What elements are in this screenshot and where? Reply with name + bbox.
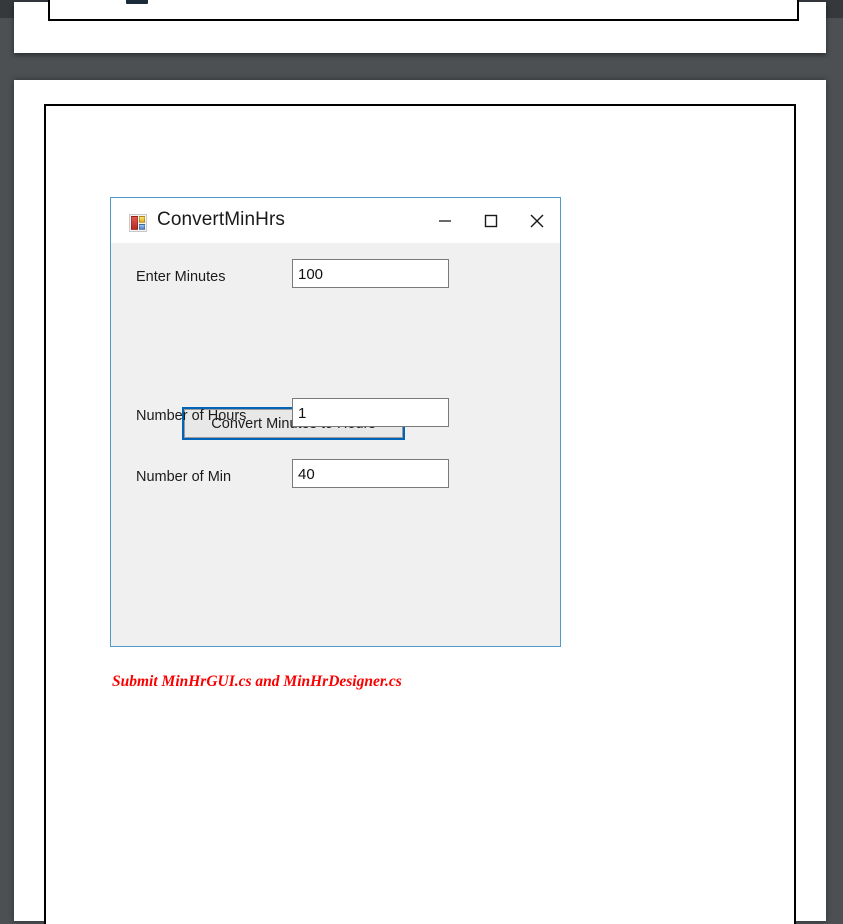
icon-red-block bbox=[131, 216, 138, 230]
close-button[interactable] bbox=[514, 198, 560, 243]
maximize-button[interactable] bbox=[468, 198, 514, 243]
page-content-box: ConvertMinHrs Enter Minutes 100 Convert … bbox=[44, 104, 796, 924]
previous-page-text-fragment bbox=[126, 0, 148, 4]
document-page: ConvertMinHrs Enter Minutes 100 Convert … bbox=[14, 80, 826, 924]
window-title-bar[interactable]: ConvertMinHrs bbox=[111, 198, 560, 243]
number-of-hours-label: Number of Hours bbox=[136, 408, 247, 424]
icon-yellow-block bbox=[138, 216, 145, 223]
number-of-hours-input[interactable] bbox=[292, 398, 449, 427]
minimize-button[interactable] bbox=[422, 198, 468, 243]
number-of-min-label: Number of Min bbox=[136, 469, 232, 485]
number-of-min-input[interactable] bbox=[292, 459, 449, 488]
window-controls bbox=[422, 198, 560, 243]
window-title: ConvertMinHrs bbox=[157, 209, 285, 230]
enter-minutes-label: Enter Minutes bbox=[136, 269, 226, 285]
submit-instruction-text: Submit MinHrGUI.cs and MinHrDesigner.cs bbox=[112, 673, 402, 690]
previous-page-content-box bbox=[48, 0, 799, 21]
winforms-app-icon bbox=[129, 214, 147, 232]
icon-blue-block bbox=[138, 223, 145, 230]
previous-page-fragment bbox=[14, 0, 826, 53]
enter-minutes-input[interactable] bbox=[292, 259, 449, 288]
convertminhrs-window[interactable]: ConvertMinHrs Enter Minutes 100 Convert … bbox=[110, 197, 561, 647]
